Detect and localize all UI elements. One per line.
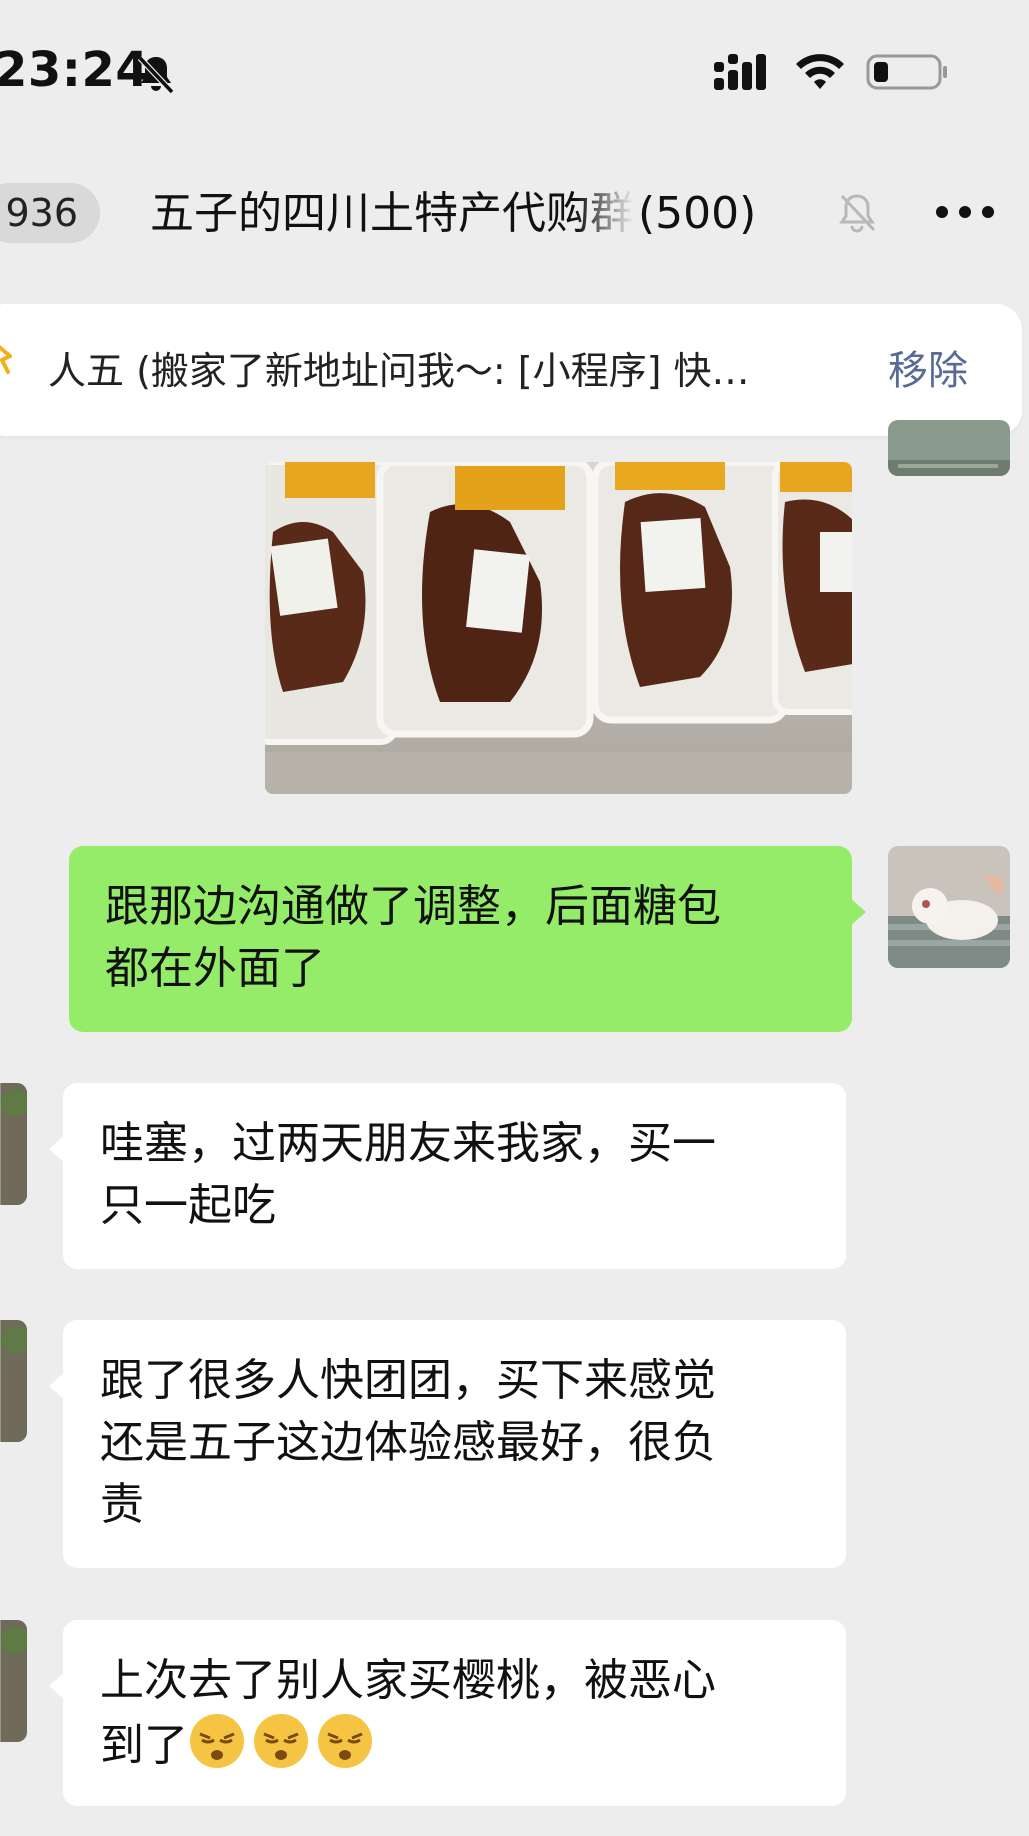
message-text: 上次去了别人家买樱桃，被恶心 到了 xyxy=(100,1650,810,1777)
more-icon[interactable] xyxy=(934,200,996,224)
sender-avatar[interactable] xyxy=(0,1620,27,1742)
wifi-icon xyxy=(796,54,844,89)
chat-title: 五子的四川土特产代购群 xyxy=(150,188,634,239)
member-count: (500) xyxy=(638,188,757,239)
sleepy-face-emoji-icon xyxy=(318,1714,372,1768)
bell-slash-icon xyxy=(137,55,175,95)
pinned-message-text: 人五 (搬家了新地址问我～: [小程序] 快… xyxy=(48,349,750,393)
sleepy-face-emoji-icon xyxy=(190,1714,244,1768)
received-message-bubble[interactable]: 跟了很多人快团团，买下来感觉 还是五子这边体验感最好，很负 责 xyxy=(49,1320,846,1568)
chat-screen: 23:24 936 五子的四川土特产代购群(500) 人五 (搬家了新地址问我～… xyxy=(0,0,1029,1836)
sender-avatar[interactable] xyxy=(0,1320,27,1442)
message-text: 跟那边沟通做了调整，后面糖包 都在外面了 xyxy=(105,881,721,994)
my-avatar[interactable] xyxy=(888,846,1010,968)
status-time: 23:24 xyxy=(0,42,150,98)
signal-icon xyxy=(714,54,766,90)
sender-avatar[interactable] xyxy=(888,420,1010,476)
received-message-bubble[interactable]: 哇塞，过两天朋友来我家，买一 只一起吃 xyxy=(49,1083,846,1269)
message-text: 跟了很多人快团团，买下来感觉 还是五子这边体验感最好，很负 责 xyxy=(100,1355,716,1530)
roast-duck-photo[interactable] xyxy=(265,462,852,794)
message-text: 哇塞，过两天朋友来我家，买一 只一起吃 xyxy=(100,1118,716,1231)
mute-bell-icon xyxy=(839,194,876,233)
back-unread-badge[interactable]: 936 xyxy=(0,183,100,243)
battery-icon xyxy=(866,54,947,90)
sent-message-bubble[interactable]: 跟那边沟通做了调整，后面糖包 都在外面了 xyxy=(69,846,866,1032)
pinned-remove-button[interactable]: 移除 xyxy=(888,340,968,402)
sender-avatar[interactable] xyxy=(0,1083,27,1205)
received-message-bubble[interactable]: 上次去了别人家买樱桃，被恶心 到了 xyxy=(49,1620,846,1806)
chat-title-bar[interactable]: 五子的四川土特产代购群(500) xyxy=(150,182,850,246)
sleepy-face-emoji-icon xyxy=(254,1714,308,1768)
pin-icon xyxy=(0,345,12,374)
